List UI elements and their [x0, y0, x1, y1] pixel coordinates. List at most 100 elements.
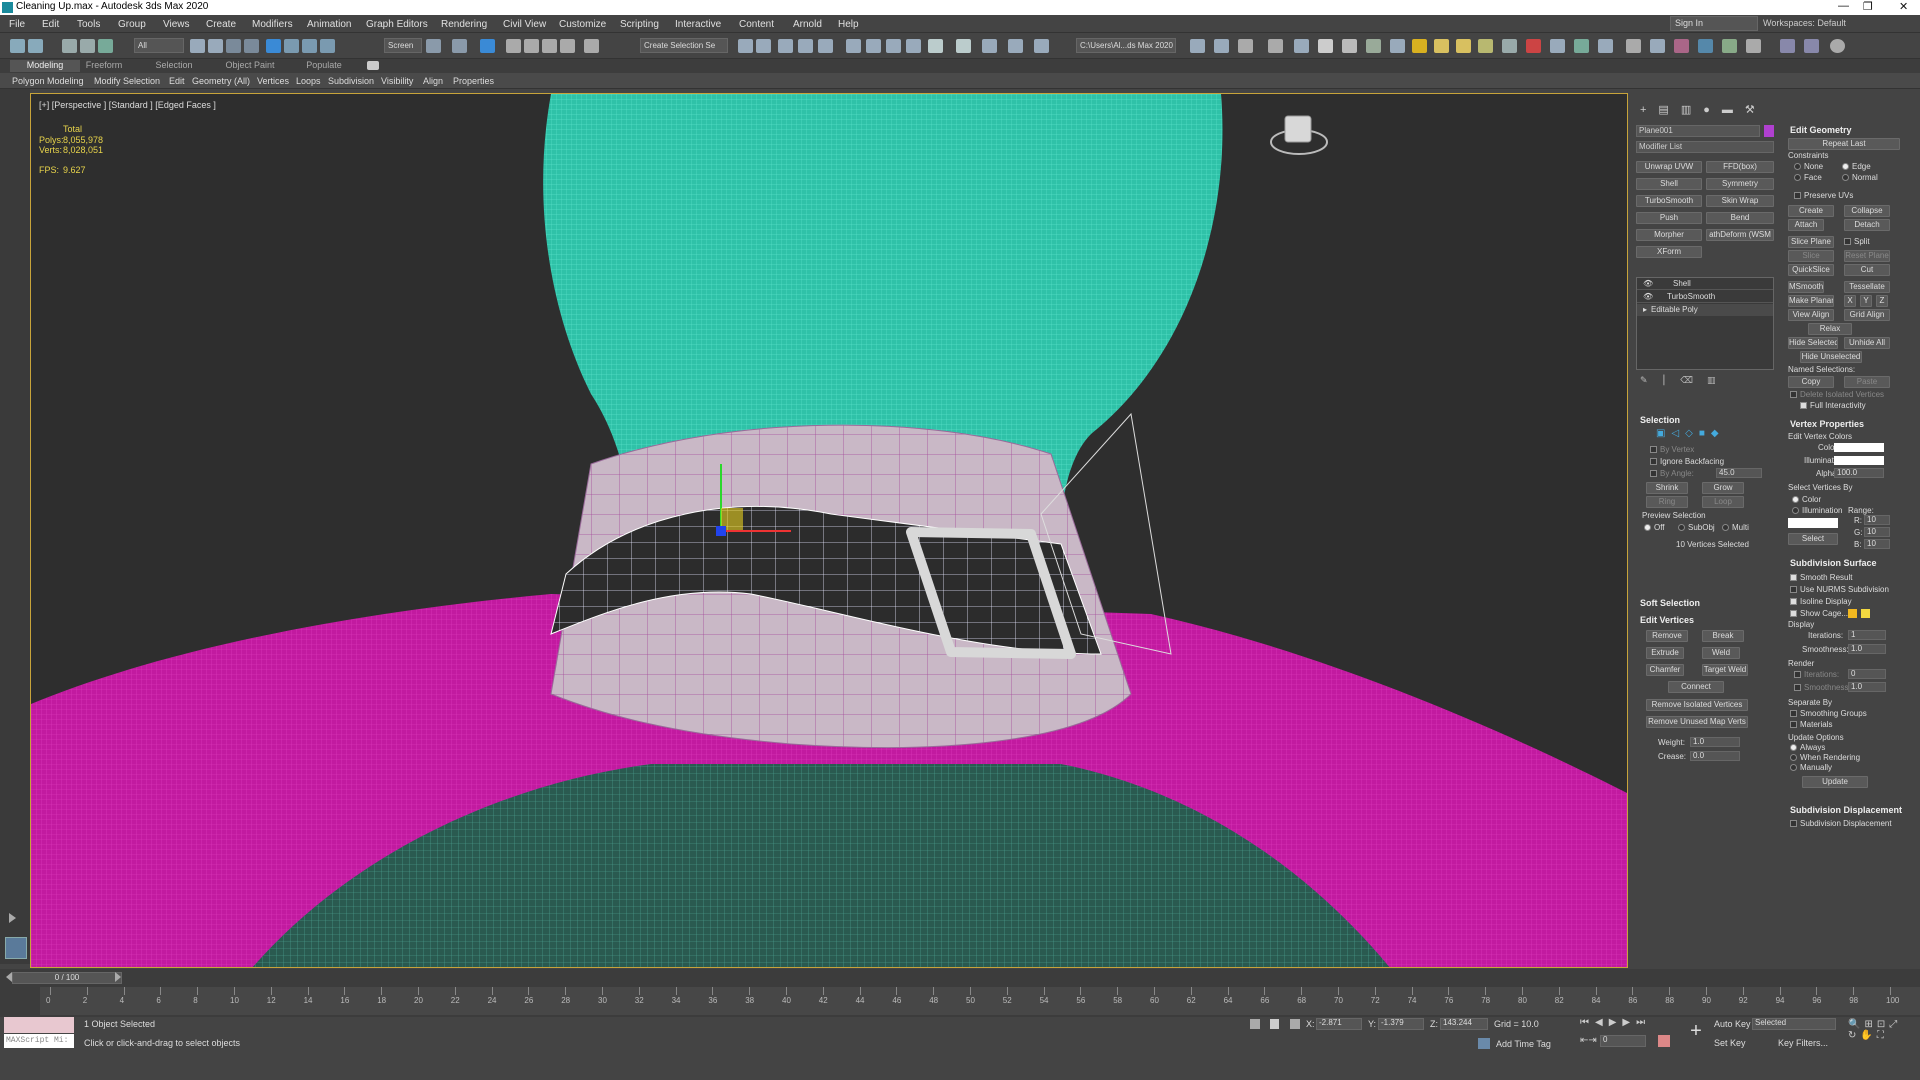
shrink-button[interactable]: Shrink: [1646, 482, 1688, 494]
menu-arnold[interactable]: Arnold: [793, 19, 822, 30]
edit-vertices-rollout-title[interactable]: Edit Vertices: [1640, 615, 1694, 625]
extrude-button[interactable]: Extrude: [1646, 647, 1684, 659]
modifier-pathdeform-button[interactable]: athDeform (WSM: [1706, 229, 1774, 241]
render-setup-icon[interactable]: [906, 39, 921, 53]
constraint-edge-radio[interactable]: Edge: [1842, 162, 1871, 171]
keyboard-shortcut-override-icon[interactable]: [480, 39, 495, 53]
attach-button[interactable]: Attach: [1788, 219, 1824, 231]
object-name-field[interactable]: Plane001: [1636, 125, 1760, 137]
update-when-rendering-radio[interactable]: When Rendering: [1790, 753, 1860, 762]
move-icon[interactable]: [266, 39, 281, 53]
minimize-button[interactable]: —: [1838, 0, 1849, 12]
render-preview-icon[interactable]: [1804, 39, 1819, 53]
add-time-tag[interactable]: Add Time Tag: [1496, 1039, 1551, 1049]
modifier-symmetry-button[interactable]: Symmetry: [1706, 178, 1774, 190]
isoline-display-checkbox[interactable]: Isoline Display: [1790, 597, 1852, 606]
stack-tools-icons[interactable]: ✎⎮⌫▥: [1640, 375, 1770, 385]
weld-button[interactable]: Weld: [1702, 647, 1740, 659]
select-by-name-icon[interactable]: [208, 39, 223, 53]
angle-snap-icon[interactable]: [524, 39, 539, 53]
menu-content[interactable]: Content: [739, 19, 774, 30]
show-cage-checkbox[interactable]: Show Cage......: [1790, 609, 1855, 618]
menu-graph-editors[interactable]: Graph Editors: [366, 19, 428, 30]
tab-freeform[interactable]: Freeform: [84, 60, 124, 72]
subdivision-surface-rollout-title[interactable]: Subdivision Surface: [1790, 558, 1877, 568]
percent-snap-icon[interactable]: [542, 39, 557, 53]
render-online-icon[interactable]: [1034, 39, 1049, 53]
hide-unselected-button[interactable]: Hide Unselected: [1800, 351, 1862, 363]
grow-button[interactable]: Grow: [1702, 482, 1744, 494]
maxscript-mini-listener[interactable]: MAXScript Mi:: [4, 1034, 74, 1048]
copy-button[interactable]: Copy: [1788, 376, 1834, 388]
ribbon-loops[interactable]: Loops: [296, 76, 321, 86]
delete-isolated-checkbox[interactable]: Delete Isolated Vertices: [1790, 390, 1884, 399]
render-iterations-label[interactable]: Iterations:: [1794, 670, 1839, 679]
selection-rollout-title[interactable]: Selection: [1640, 415, 1680, 425]
undo-icon[interactable]: [10, 39, 25, 53]
helper-icon[interactable]: [1502, 39, 1517, 53]
render-smoothness-label[interactable]: Smoothness:: [1794, 683, 1851, 692]
track-bar[interactable]: 0 2 4 6 8 10 12 14 16 18 20 22 24 26 28 30 32 34 36 38 40 42 4…: [40, 987, 1920, 1015]
window-crossing-icon[interactable]: [244, 39, 259, 53]
viewcube-icon[interactable]: [1269, 104, 1329, 164]
materials-checkbox[interactable]: Materials: [1790, 720, 1832, 729]
coord-y-field[interactable]: -1.379: [1378, 1018, 1424, 1030]
tab-modeling[interactable]: Modeling: [10, 60, 80, 72]
set-key-big-icon[interactable]: +: [1686, 1019, 1706, 1043]
full-interactivity-checkbox[interactable]: Full Interactivity: [1800, 401, 1866, 410]
curve-editor-icon[interactable]: [846, 39, 861, 53]
redo-icon[interactable]: [28, 39, 43, 53]
auto-key-button[interactable]: Auto Key: [1714, 1019, 1751, 1029]
menu-tools[interactable]: Tools: [77, 19, 100, 30]
spinner-snap-icon[interactable]: [560, 39, 575, 53]
isolate-icon[interactable]: [1650, 39, 1665, 53]
teapot-icon[interactable]: [1268, 39, 1283, 53]
render-production-icon[interactable]: [956, 39, 971, 53]
viewport-label[interactable]: [+] [Perspective ] [Standard ] [Edged Fa…: [39, 100, 216, 110]
menu-customize[interactable]: Customize: [559, 19, 606, 30]
update-button[interactable]: Update: [1802, 776, 1868, 788]
range-r-spinner[interactable]: 10: [1864, 515, 1890, 525]
reset-plane-button[interactable]: Reset Plane: [1844, 250, 1890, 262]
menu-views[interactable]: Views: [163, 19, 190, 30]
selection-lock-icon[interactable]: [1270, 1019, 1279, 1029]
command-panel-tabs[interactable]: +▤▥●▬⚒: [1640, 103, 1770, 116]
sign-in-dropdown[interactable]: Sign In: [1670, 16, 1758, 31]
remove-button[interactable]: Remove: [1646, 630, 1688, 642]
toggle-ribbon-icon[interactable]: [818, 39, 833, 53]
stack-item-shell[interactable]: 👁 Shell: [1637, 278, 1773, 290]
slice-plane-button[interactable]: Slice Plane: [1788, 236, 1834, 248]
reference-coordinate-dropdown[interactable]: Screen: [384, 38, 422, 53]
update-manually-radio[interactable]: Manually: [1790, 763, 1832, 772]
expand-arrow-icon[interactable]: [9, 913, 16, 923]
connect-button[interactable]: Connect: [1668, 681, 1724, 693]
ring-button[interactable]: Ring: [1646, 496, 1688, 508]
planar-y-button[interactable]: Y: [1860, 295, 1872, 307]
menu-file[interactable]: File: [9, 19, 25, 30]
edit-named-selection-icon[interactable]: [584, 39, 599, 53]
stack-item-editable-poly[interactable]: ▸ Editable Poly: [1637, 304, 1773, 316]
tab-object-paint[interactable]: Object Paint: [222, 60, 278, 72]
help-icon[interactable]: [1830, 39, 1845, 53]
set-key-button[interactable]: Set Key: [1714, 1038, 1746, 1048]
scripting-icon[interactable]: [1746, 39, 1761, 53]
scene-converter-icon[interactable]: [1674, 39, 1689, 53]
display-smoothness-spinner[interactable]: 1.0: [1848, 644, 1886, 654]
ribbon-toggle-icon[interactable]: [367, 61, 379, 70]
constraint-face-radio[interactable]: Face: [1794, 173, 1822, 182]
save-scene-icon[interactable]: [1238, 39, 1253, 53]
split-checkbox[interactable]: Split: [1844, 237, 1870, 246]
modifier-xform-button[interactable]: XForm: [1636, 246, 1702, 258]
absolute-mode-icon[interactable]: [1290, 1019, 1300, 1029]
menu-create[interactable]: Create: [206, 19, 236, 30]
edit-geometry-rollout-title[interactable]: Edit Geometry: [1790, 125, 1852, 135]
light-box-icon[interactable]: [1412, 39, 1427, 53]
hide-selected-button[interactable]: Hide Selected: [1788, 337, 1838, 349]
ribbon-modify-selection[interactable]: Modify Selection: [94, 76, 160, 86]
coord-z-field[interactable]: 143.244: [1440, 1018, 1488, 1030]
menu-scripting[interactable]: Scripting: [620, 19, 659, 30]
view-align-button[interactable]: View Align: [1788, 309, 1834, 321]
align-icon[interactable]: [756, 39, 771, 53]
menu-help[interactable]: Help: [838, 19, 859, 30]
modifier-morpher-button[interactable]: Morpher: [1636, 229, 1702, 241]
